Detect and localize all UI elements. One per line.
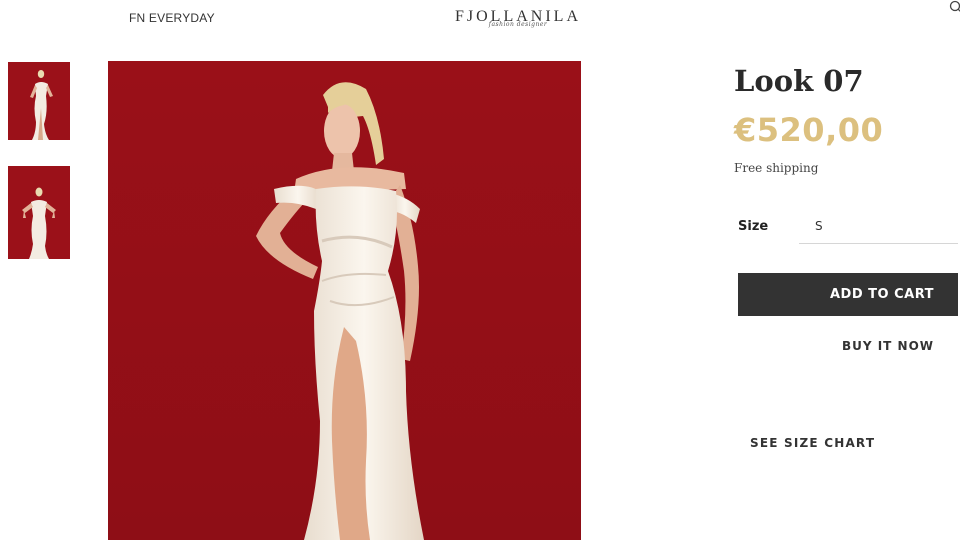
dress-photo-thumbnail	[8, 166, 70, 259]
size-select[interactable]: S	[799, 209, 958, 244]
size-selected-value: S	[815, 219, 823, 233]
product-title: Look 07	[734, 64, 864, 98]
product-thumbnail-1[interactable]	[8, 62, 70, 140]
dress-photo-thumbnail	[8, 62, 70, 140]
add-to-cart-button[interactable]: ADD TO CART	[738, 273, 958, 316]
buy-it-now-button[interactable]: BUY IT NOW	[818, 339, 958, 357]
nav-link-fn-everyday[interactable]: FN EVERYDAY	[129, 11, 215, 25]
size-chart-link[interactable]: SEE SIZE CHART	[750, 436, 875, 450]
shipping-info: Free shipping	[734, 161, 819, 175]
search-icon[interactable]	[949, 0, 960, 14]
product-main-image[interactable]	[108, 61, 581, 540]
size-label: Size	[738, 219, 769, 234]
logo-tagline: fashion designer	[488, 21, 548, 28]
product-price: €520,00	[734, 111, 884, 149]
dress-photo	[108, 61, 581, 540]
product-thumbnail-2[interactable]	[8, 166, 70, 259]
brand-logo[interactable]: FJOLLANILA fashion designer	[453, 2, 583, 34]
